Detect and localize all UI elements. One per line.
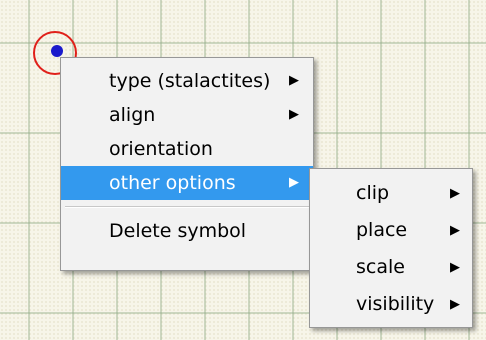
menu-item-delete-symbol-label: Delete symbol bbox=[109, 220, 247, 242]
menu-item-orientation-label: orientation bbox=[109, 138, 213, 160]
menu-separator bbox=[65, 206, 309, 208]
submenu-arrow-icon: ▶ bbox=[450, 223, 460, 238]
submenu-arrow-icon: ▶ bbox=[450, 260, 460, 275]
submenu-item-scale-label: scale bbox=[356, 256, 405, 278]
submenu-item-place-label: place bbox=[356, 219, 408, 241]
submenu-arrow-icon: ▶ bbox=[450, 297, 460, 312]
context-menu: type (stalactites) ▶ align ▶ orientation… bbox=[60, 57, 314, 271]
submenu-arrow-icon: ▶ bbox=[289, 107, 299, 122]
submenu-item-visibility-label: visibility bbox=[356, 293, 435, 315]
submenu-item-clip-label: clip bbox=[356, 182, 390, 204]
submenu-other-options: clip ▶ place ▶ scale ▶ visibility ▶ bbox=[309, 168, 473, 328]
menu-item-type-label: type (stalactites) bbox=[109, 70, 271, 92]
submenu-arrow-icon: ▶ bbox=[289, 175, 299, 190]
menu-item-type[interactable]: type (stalactites) ▶ bbox=[61, 64, 313, 98]
submenu-item-clip[interactable]: clip ▶ bbox=[310, 175, 472, 212]
menu-item-orientation[interactable]: orientation bbox=[61, 132, 313, 166]
menu-item-align-label: align bbox=[109, 104, 156, 126]
selected-symbol-dot[interactable] bbox=[51, 45, 63, 57]
submenu-arrow-icon: ▶ bbox=[289, 73, 299, 88]
submenu-item-visibility[interactable]: visibility ▶ bbox=[310, 286, 472, 323]
submenu-item-place[interactable]: place ▶ bbox=[310, 212, 472, 249]
menu-item-align[interactable]: align ▶ bbox=[61, 98, 313, 132]
menu-item-other-options[interactable]: other options ▶ bbox=[61, 166, 313, 200]
menu-item-delete-symbol[interactable]: Delete symbol bbox=[61, 214, 313, 248]
menu-item-other-options-label: other options bbox=[109, 172, 236, 194]
submenu-arrow-icon: ▶ bbox=[450, 186, 460, 201]
submenu-item-scale[interactable]: scale ▶ bbox=[310, 249, 472, 286]
